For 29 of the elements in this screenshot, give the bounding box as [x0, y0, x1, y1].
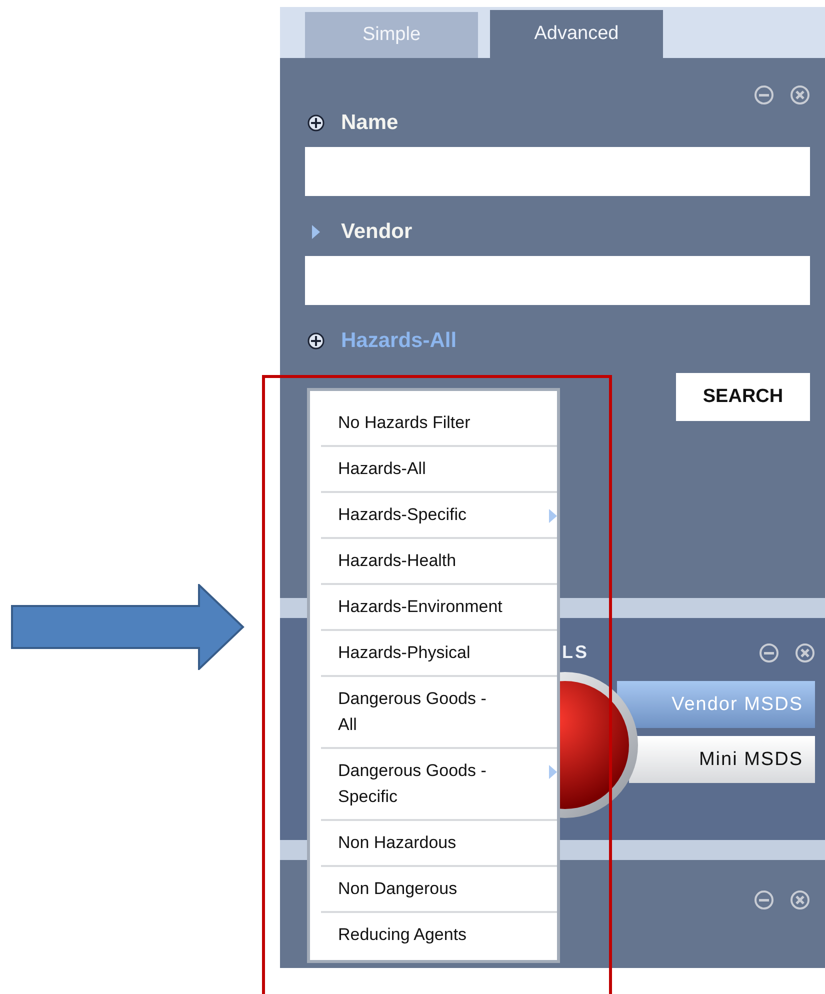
- menu-item[interactable]: Dangerous Goods - Specific: [321, 749, 557, 821]
- panel-title: LS: [562, 642, 590, 663]
- close-icon[interactable]: [790, 890, 810, 910]
- menu-item[interactable]: Hazards-Physical: [321, 631, 557, 677]
- menu-item[interactable]: Hazards-All: [321, 447, 557, 493]
- submenu-arrow-icon: [549, 765, 557, 779]
- field-label: Name: [341, 111, 398, 135]
- menu-item[interactable]: Hazards-Health: [321, 539, 557, 585]
- close-icon[interactable]: [790, 85, 810, 105]
- minimize-icon[interactable]: [754, 890, 774, 910]
- text-field[interactable]: [305, 147, 810, 196]
- menu-item[interactable]: Dangerous Goods - All: [321, 677, 557, 749]
- close-icon[interactable]: [795, 642, 815, 662]
- menu-item[interactable]: Non Dangerous: [321, 867, 557, 913]
- search-button[interactable]: SEARCH: [676, 373, 810, 421]
- document-button[interactable]: Mini MSDS: [629, 736, 815, 783]
- menu-item[interactable]: Hazards-Environment: [321, 585, 557, 631]
- menu-item[interactable]: Reducing Agents: [321, 913, 557, 957]
- menu-item[interactable]: No Hazards Filter: [321, 401, 557, 447]
- tab[interactable]: Advanced: [490, 10, 663, 58]
- menu-item[interactable]: Hazards-Specific: [321, 493, 557, 539]
- plus-circle-icon[interactable]: [307, 332, 325, 350]
- field-label: Vendor: [341, 220, 412, 244]
- minimize-icon[interactable]: [754, 85, 774, 105]
- minimize-icon[interactable]: [759, 642, 779, 662]
- plus-circle-icon[interactable]: [307, 114, 325, 132]
- text-field[interactable]: [305, 256, 810, 305]
- submenu-arrow-icon: [549, 509, 557, 523]
- menu-item[interactable]: Non Hazardous: [321, 821, 557, 867]
